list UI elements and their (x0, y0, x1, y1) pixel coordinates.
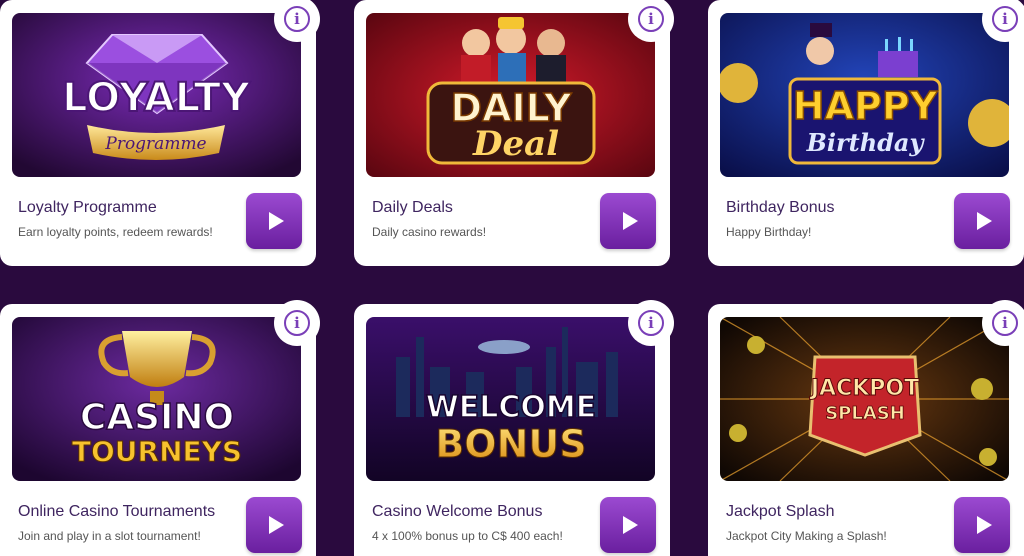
play-button-birthday[interactable] (954, 193, 1010, 249)
banner-line1: JACKPOT (809, 376, 919, 401)
banner-line1: HAPPY (793, 84, 938, 128)
info-button-jackpot-splash[interactable]: i (992, 310, 1018, 336)
promo-card-daily-deals: DAILY Deal i Daily Deals Daily casino re… (354, 0, 674, 266)
promo-banner-welcome-bonus[interactable]: WELCOME BONUS (366, 317, 655, 481)
promo-banner-jackpot-splash[interactable]: JACKPOT SPLASH (720, 317, 1009, 481)
play-button-jackpot-splash[interactable] (954, 497, 1010, 553)
banner-line2: Birthday (806, 128, 926, 157)
promo-title: Daily Deals (372, 199, 453, 216)
play-icon (622, 212, 638, 230)
promo-banner-loyalty[interactable]: LOYALTY Programme (12, 13, 301, 177)
promo-card-welcome-bonus: WELCOME BONUS i Casino Welcome Bonus 4 x… (354, 300, 674, 556)
play-button-welcome-bonus[interactable] (600, 497, 656, 553)
promo-title: Online Casino Tournaments (18, 503, 216, 520)
promo-title: Jackpot Splash (726, 503, 835, 520)
promo-card-jackpot-splash: JACKPOT SPLASH i Jackpot Splash Jackpot … (708, 300, 1024, 556)
promo-banner-tourneys[interactable]: CASINO TOURNEYS (12, 317, 301, 481)
play-icon (976, 212, 992, 230)
play-icon (268, 212, 284, 230)
banner-line1: WELCOME (426, 390, 597, 425)
promo-card-birthday: HAPPY Birthday i Birthday Bonus Happy Bi… (708, 0, 1024, 266)
promo-description: Join and play in a slot tournament! (18, 529, 201, 543)
banner-line2: Deal (472, 124, 559, 164)
promo-banner-birthday[interactable]: HAPPY Birthday (720, 13, 1009, 177)
promo-description: 4 x 100% bonus up to C$ 400 each! (372, 529, 563, 543)
banner-line2: TOURNEYS (72, 435, 242, 468)
info-button-tourneys[interactable]: i (284, 310, 310, 336)
play-icon (268, 516, 284, 534)
play-button-daily-deals[interactable] (600, 193, 656, 249)
info-button-birthday[interactable]: i (992, 6, 1018, 32)
promo-banner-daily-deals[interactable]: DAILY Deal (366, 13, 655, 177)
promo-description: Earn loyalty points, redeem rewards! (18, 225, 213, 239)
info-button-loyalty[interactable]: i (284, 6, 310, 32)
promo-card-tourneys: CASINO TOURNEYS i Online Casino Tourname… (0, 300, 320, 556)
banner-line1: LOYALTY (62, 75, 251, 121)
promo-card-loyalty: LOYALTY Programme i Loyalty Programme Ea… (0, 0, 320, 266)
banner-line2: Programme (104, 134, 206, 154)
info-button-daily-deals[interactable]: i (638, 6, 664, 32)
promo-title: Birthday Bonus (726, 199, 835, 216)
promo-title: Loyalty Programme (18, 199, 157, 216)
banner-line2: SPLASH (825, 403, 905, 424)
promo-description: Daily casino rewards! (372, 225, 487, 239)
banner-line2: BONUS (435, 422, 586, 466)
promo-description: Happy Birthday! (726, 225, 812, 239)
promo-description: Jackpot City Making a Splash! (726, 529, 887, 543)
play-button-loyalty[interactable] (246, 193, 302, 249)
banner-line1: CASINO (80, 397, 234, 438)
play-icon (622, 516, 638, 534)
promo-title: Casino Welcome Bonus (372, 503, 543, 520)
info-button-welcome-bonus[interactable]: i (638, 310, 664, 336)
play-icon (976, 516, 992, 534)
promotions-grid: LOYALTY Programme i Loyalty Programme Ea… (0, 0, 1024, 556)
play-button-tourneys[interactable] (246, 497, 302, 553)
